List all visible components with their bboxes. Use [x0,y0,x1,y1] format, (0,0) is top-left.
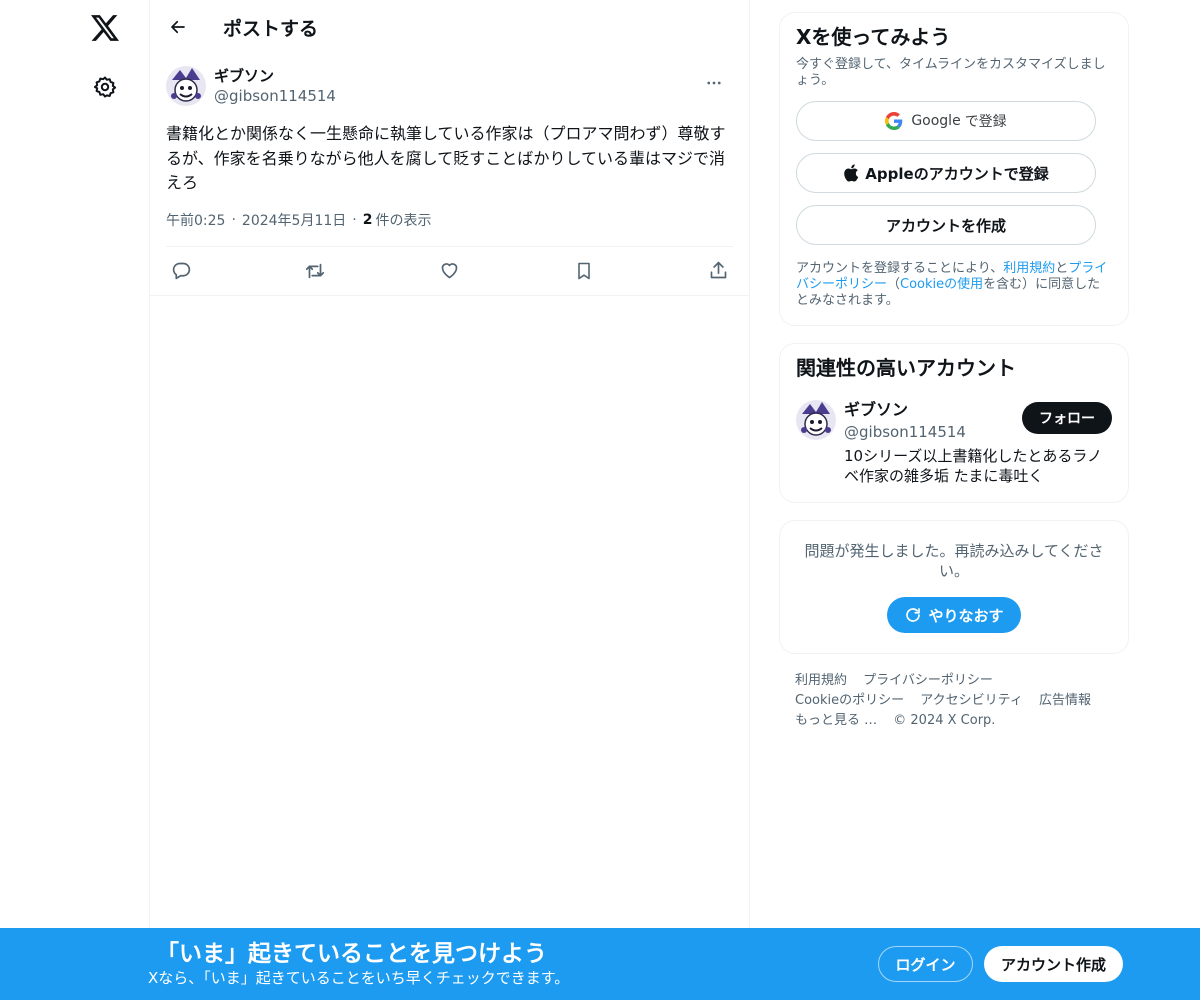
share-button[interactable] [707,260,729,282]
error-message: 問題が発生しました。再読み込みしてください。 [804,542,1104,580]
bottom-bar-subtitle: Xなら、「いま」起きていることをいち早くチェックできます。 [148,969,570,987]
retry-button[interactable]: やりなおす [887,597,1021,633]
gear-icon[interactable] [82,64,128,110]
error-card: 問題が発生しました。再読み込みしてください。 やりなおす [779,520,1129,654]
terms-text-3: （ [887,277,901,292]
repost-button[interactable] [304,260,326,282]
heart-icon [441,263,458,279]
bookmark-icon [577,262,590,279]
follow-button[interactable]: フォロー [1022,402,1112,434]
footer-link-ads[interactable]: 広告情報 [1039,693,1091,708]
terms-text: アカウントを登録することにより、利用規約とプライバシーポリシー（Cookieの使… [796,261,1112,309]
more-dots-icon [707,81,721,85]
apple-signup-label: Appleのアカウントで登録 [865,164,1049,183]
apple-icon [843,164,859,182]
back-button[interactable] [160,9,196,45]
copyright: © 2024 X Corp. [893,713,996,728]
create-account-button[interactable]: アカウントを作成 [796,205,1096,245]
signup-card: Xを使ってみよう 今すぐ登録して、タイムラインをカスタマイズしましょう。 Goo… [779,12,1129,326]
post-actions [166,247,733,295]
like-button[interactable] [439,260,461,282]
apple-signup-button[interactable]: Appleのアカウントで登録 [796,153,1096,193]
bottom-signup-bar: 「いま」起きていることを見つけよう Xなら、「いま」起きていることをいち早くチェ… [0,928,1200,1000]
google-icon [885,112,903,130]
page-title: ポストする [223,18,319,40]
terms-text-2: と [1055,261,1069,276]
create-account-label: アカウントを作成 [885,216,1006,235]
retry-label: やりなおす [928,606,1004,625]
avatar[interactable] [796,400,836,440]
signup-card-subtitle: 今すぐ登録して、タイムラインをカスタマイズしましょう。 [796,57,1106,88]
footer-link-privacy[interactable]: プライバシーポリシー [863,673,993,688]
recommended-account[interactable]: ギブソン @gibson114514 10シリーズ以上書籍化したとあるラノベ作家… [796,400,1112,486]
footer-link-cookie[interactable]: Cookieのポリシー [795,693,904,708]
cookie-use-link[interactable]: Cookieの使用 [900,277,983,292]
post-author: ギブソン @gibson114514 [166,54,733,118]
footer-link-more[interactable]: もっと見る … [795,713,877,728]
google-signup-label: Google [911,113,961,129]
author-handle[interactable]: @gibson114514 [214,86,336,106]
sidebar: Xを使ってみよう 今すぐ登録して、タイムラインをカスタマイズしましょう。 Goo… [779,12,1129,731]
bookmark-button[interactable] [573,260,595,282]
footer-links: 利用規約 プライバシーポリシー Cookieのポリシー アクセシビリティ 広告情… [779,671,1129,731]
google-signup-button[interactable]: Google で登録 [796,101,1096,141]
author-names: ギブソン @gibson114514 [214,66,336,106]
main-column: ポストする ギブソン @gibson114514 書籍化とか関係なく一生懸命に執… [149,0,750,1000]
terms-of-service-link[interactable]: 利用規約 [1003,261,1055,276]
avatar[interactable] [166,66,206,106]
main-header: ポストする [150,0,749,54]
google-signup-suffix: で登録 [964,114,1007,130]
view-count: 2 [362,211,373,228]
meta-separator: · [231,211,236,228]
post-time[interactable]: 午前0:25 [166,210,225,230]
meta-separator: · [352,211,357,228]
more-button[interactable] [697,66,731,100]
arrow-left-icon [171,20,185,34]
recommend-card-title: 関連性の高いアカウント [796,356,1016,380]
recommended-account-bio: 10シリーズ以上書籍化したとあるラノベ作家の雑多垢 たまに毒吐く [844,447,1103,485]
post-date[interactable]: 2024年5月11日 [242,210,346,230]
reply-button[interactable] [170,260,192,282]
repost-icon [306,263,325,278]
x-logo-icon[interactable] [82,5,128,51]
refresh-icon [906,608,921,622]
bottom-bar-title: 「いま」起きていることを見つけよう [156,941,547,967]
footer-link-terms[interactable]: 利用規約 [795,673,847,688]
post: ギブソン @gibson114514 書籍化とか関係なく一生懸命に執筆している作… [150,54,749,296]
view-label: 件の表示 [375,212,432,229]
signup-card-title: Xを使ってみよう [796,25,951,49]
left-nav [0,0,150,1000]
signup-button[interactable]: アカウント作成 [984,946,1123,982]
share-icon [710,261,726,279]
post-text: 書籍化とか関係なく一生懸命に執筆している作家は（プロアマ問わず）尊敬するが、作家… [166,124,726,192]
reply-icon [172,262,190,280]
post-meta: 午前0:25 · 2024年5月11日 · 2 件の表示 [166,210,733,230]
footer-link-accessibility[interactable]: アクセシビリティ [920,693,1023,708]
terms-text-1: アカウントを登録することにより、 [796,261,1004,276]
divider [150,294,749,296]
recommend-card: 関連性の高いアカウント ギブソン @gibson114514 10シリーズ以上書… [779,343,1129,503]
author-name[interactable]: ギブソン [214,66,336,86]
login-button[interactable]: ログイン [878,946,973,982]
